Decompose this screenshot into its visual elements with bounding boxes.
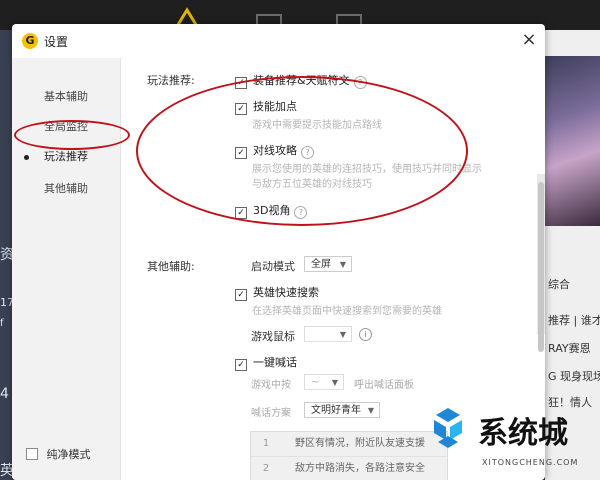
row-number: 2 bbox=[262, 463, 270, 474]
watermark: 系统城 XITONGCHENG.COM bbox=[418, 404, 600, 480]
sidebar-item-basic[interactable]: 基本辅助 bbox=[12, 84, 120, 110]
background-news-item: G 现身现场 bbox=[548, 370, 600, 383]
watermark-cube-icon bbox=[434, 408, 462, 448]
pure-mode-checkbox[interactable] bbox=[26, 448, 38, 460]
annotation-ellipse bbox=[14, 120, 130, 150]
background-news-item: 综合 bbox=[548, 278, 570, 291]
app-logo-icon: G bbox=[22, 33, 38, 49]
shout-plan-value: 文明好青年 bbox=[311, 405, 361, 416]
option-label: 英雄快速搜索 bbox=[253, 286, 319, 299]
chevron-down-icon: ▼ bbox=[367, 406, 374, 415]
background-hero-banner bbox=[545, 56, 600, 226]
shout-key-value: ~ bbox=[311, 377, 320, 388]
scrollbar-thumb[interactable] bbox=[538, 182, 544, 352]
info-icon[interactable]: i bbox=[359, 328, 372, 341]
checkbox-checked-icon[interactable]: ✓ bbox=[235, 289, 247, 301]
shout-key-suffix: 呼出喊话面板 bbox=[354, 380, 414, 391]
shout-plan-label: 喊话方案 bbox=[251, 408, 291, 419]
chevron-down-icon: ▼ bbox=[339, 260, 346, 269]
dialog-titlebar: G 设置 × bbox=[12, 24, 545, 58]
sidebar-item-label: 玩法推荐 bbox=[44, 150, 88, 163]
checkbox-checked-icon[interactable]: ✓ bbox=[235, 359, 247, 371]
active-indicator bbox=[24, 155, 29, 160]
game-mouse-select[interactable]: ▼ bbox=[304, 326, 352, 342]
phrase-text: 野区有情况，附近队友速支援 bbox=[295, 438, 425, 449]
phrase-text: 敌方中路消失，各路注意安全 bbox=[295, 463, 425, 474]
background-news-item: RAY赛恩 bbox=[548, 342, 591, 355]
hero-search-desc: 在选择英雄页面中快速搜索到您需要的英雄 bbox=[252, 306, 442, 317]
watermark-subtitle: XITONGCHENG.COM bbox=[482, 458, 579, 467]
background-news-item: 推荐 | 谁才是 bbox=[548, 314, 600, 327]
gameplay-section-label: 玩法推荐: bbox=[147, 74, 195, 87]
shout-key-select[interactable]: ~ ▼ bbox=[304, 374, 344, 390]
close-icon[interactable]: × bbox=[519, 29, 539, 51]
background-left-text: 4 bbox=[0, 386, 9, 402]
other-section-label: 其他辅助: bbox=[147, 260, 195, 273]
dialog-title: 设置 bbox=[44, 35, 69, 49]
pure-mode-label: 纯净模式 bbox=[46, 448, 91, 461]
launch-mode-value: 全屏 bbox=[311, 259, 331, 270]
launch-mode-select[interactable]: 全屏 ▼ bbox=[304, 256, 352, 272]
shout-key-label: 游戏中按 bbox=[251, 380, 291, 391]
annotation-ellipse bbox=[136, 76, 468, 226]
game-mouse-label: 游戏鼠标 bbox=[251, 330, 295, 343]
background-left-text: f bbox=[0, 318, 4, 329]
watermark-title: 系统城 bbox=[478, 416, 568, 451]
option-label: 一键喊话 bbox=[253, 356, 297, 369]
sidebar-item-other[interactable]: 其他辅助 bbox=[12, 176, 120, 202]
hero-search-option[interactable]: ✓ 英雄快速搜索 bbox=[235, 284, 319, 301]
shout-plan-select[interactable]: 文明好青年 ▼ bbox=[304, 402, 380, 418]
chevron-down-icon: ▼ bbox=[339, 330, 346, 339]
row-number: 1 bbox=[262, 438, 270, 449]
launch-mode-label: 启动模式 bbox=[251, 260, 295, 273]
pure-mode-toggle[interactable]: 纯净模式 bbox=[26, 446, 91, 462]
quick-shout-option[interactable]: ✓ 一键喊话 bbox=[235, 354, 297, 371]
chevron-down-icon: ▼ bbox=[331, 378, 338, 387]
